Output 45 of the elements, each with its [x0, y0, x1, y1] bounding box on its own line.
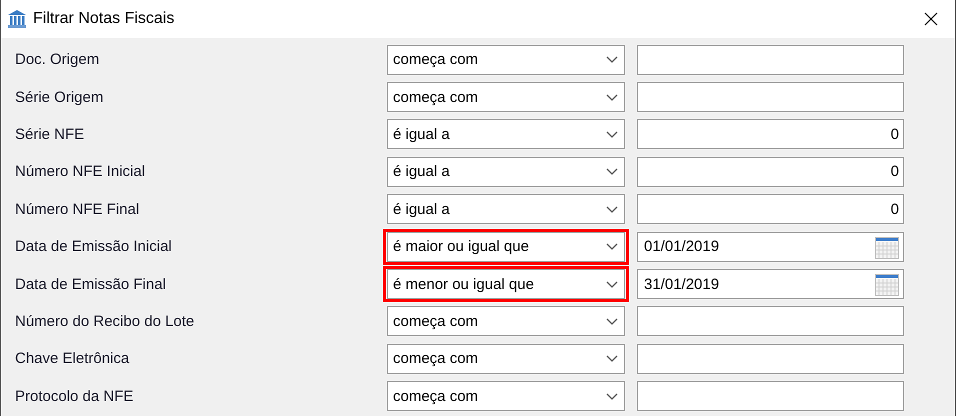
operator-dropdown[interactable]: é igual a: [387, 194, 625, 224]
operator-dropdown[interactable]: começa com: [387, 44, 625, 75]
field-label: Protocolo da NFE: [14, 388, 134, 405]
input-field[interactable]: [637, 344, 904, 374]
field-label: Número do Recibo do Lote: [14, 312, 196, 330]
chevron-down-icon: [606, 206, 618, 213]
date-field[interactable]: 31/01/2019: [637, 269, 904, 300]
calendar-icon[interactable]: [875, 234, 899, 259]
input-field[interactable]: [637, 306, 904, 336]
operator-dropdown[interactable]: começa com: [387, 306, 625, 336]
window-title: Filtrar Notas Fiscais: [33, 10, 176, 28]
input-field[interactable]: 0: [637, 194, 904, 224]
input-field[interactable]: [637, 44, 904, 75]
chevron-down-icon: [606, 130, 618, 138]
field-label: Data de Emissão Final: [14, 276, 167, 293]
chevron-down-icon: [606, 56, 618, 64]
operator-dropdown[interactable]: começa com: [387, 344, 625, 374]
input-field[interactable]: [637, 381, 904, 412]
operator-dropdown[interactable]: é menor ou igual que: [387, 269, 625, 300]
chevron-down-icon: [606, 243, 618, 250]
field-label: Data de Emissão Inicial: [14, 238, 173, 256]
chevron-down-icon: [606, 355, 618, 362]
operator-dropdown[interactable]: é igual a: [387, 119, 625, 150]
operator-dropdown[interactable]: é igual a: [387, 156, 625, 187]
field-label: Chave Eletrônica: [14, 350, 130, 368]
building-icon: [7, 9, 27, 29]
chevron-down-icon: [606, 318, 618, 325]
chevron-down-icon: [606, 168, 618, 176]
operator-dropdown[interactable]: é maior ou igual que: [387, 232, 625, 262]
field-label: Número NFE Final: [14, 200, 140, 218]
date-field[interactable]: 01/01/2019: [637, 232, 904, 262]
close-icon: [924, 12, 938, 26]
operator-dropdown[interactable]: começa com: [387, 82, 625, 112]
field-label: Doc. Origem: [14, 51, 100, 68]
input-field[interactable]: 0: [637, 119, 904, 150]
field-label: Número NFE Inicial: [14, 163, 146, 180]
field-label: Série Origem: [14, 88, 104, 106]
input-field[interactable]: 0: [637, 156, 904, 187]
chevron-down-icon: [606, 392, 618, 400]
operator-dropdown[interactable]: começa com: [387, 381, 625, 412]
field-label: Série NFE: [14, 126, 86, 143]
chevron-down-icon: [606, 280, 618, 288]
chevron-down-icon: [606, 94, 618, 101]
input-field[interactable]: [637, 82, 904, 112]
calendar-icon[interactable]: [875, 272, 899, 296]
